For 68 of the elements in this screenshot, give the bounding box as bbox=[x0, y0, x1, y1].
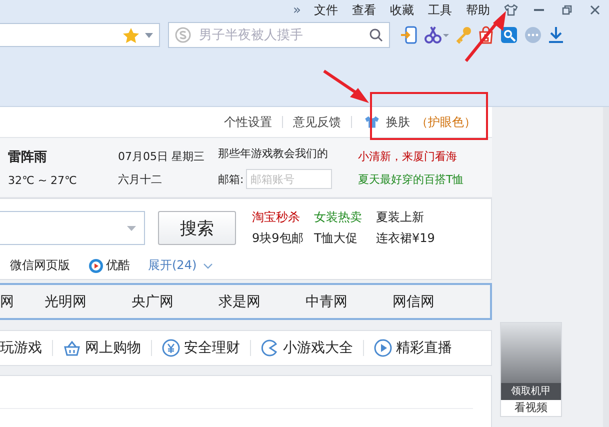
site-link[interactable]: 网 bbox=[0, 292, 22, 310]
deal-link[interactable]: 连衣裙¥19 bbox=[376, 230, 450, 247]
site-link[interactable]: 光明网 bbox=[22, 292, 109, 310]
deal-link[interactable]: T恤大促 bbox=[314, 230, 376, 247]
close-icon[interactable] bbox=[590, 5, 600, 15]
search-field[interactable]: 男子半夜被人摸手 bbox=[168, 22, 390, 48]
lunar-date: 六月十二 bbox=[118, 172, 163, 186]
header-link[interactable]: 个性设置 bbox=[214, 114, 282, 130]
search-input[interactable] bbox=[0, 211, 145, 245]
download-icon[interactable] bbox=[548, 26, 564, 44]
play-icon bbox=[88, 258, 104, 274]
search-engine-logo-icon bbox=[175, 27, 191, 43]
chevron-down-icon bbox=[202, 262, 213, 268]
scrollbar[interactable] bbox=[603, 107, 609, 427]
temperature-range: 32℃ ~ 27℃ bbox=[8, 174, 78, 187]
site-link[interactable]: 中青网 bbox=[283, 292, 370, 310]
nav-link[interactable]: 精彩直播 bbox=[364, 339, 462, 357]
site-link[interactable]: 央广网 bbox=[109, 292, 196, 310]
skin-mode-label[interactable]: （护眼色） bbox=[416, 114, 476, 130]
menu-item[interactable]: 文件 bbox=[307, 0, 345, 20]
scissors-icon[interactable] bbox=[424, 26, 450, 44]
header-link[interactable]: 意见反馈 bbox=[283, 114, 351, 130]
solar-date: 07月05日 星期三 bbox=[118, 148, 206, 164]
headline-link[interactable]: 那些年游戏教会我们的 bbox=[218, 146, 358, 161]
ad-card[interactable]: 领取机甲 看视频 bbox=[500, 322, 562, 417]
phone-icon[interactable] bbox=[400, 26, 418, 44]
tshirt-icon bbox=[364, 115, 380, 129]
weather-condition: 雷阵雨 bbox=[8, 149, 48, 166]
restore-icon[interactable] bbox=[562, 5, 572, 15]
promo-link[interactable]: 夏天最好穿的百搭T恤 bbox=[358, 172, 490, 186]
ad-caption: 领取机甲 bbox=[501, 383, 561, 400]
address-field[interactable] bbox=[0, 23, 160, 47]
menu-item[interactable]: 帮助 bbox=[459, 0, 497, 20]
promo-link[interactable]: 小清新，来厦门看海 bbox=[358, 148, 490, 164]
menu-item[interactable]: 工具 bbox=[421, 0, 459, 20]
deal-link[interactable]: 女装热卖 bbox=[314, 209, 376, 226]
dropdown-icon[interactable] bbox=[145, 32, 153, 38]
shopping-bag-icon[interactable] bbox=[478, 26, 494, 44]
yuan-coin-icon bbox=[162, 339, 180, 357]
pacman-icon bbox=[261, 339, 279, 357]
quick-link[interactable]: 优酷 bbox=[88, 257, 130, 274]
mail-label: 邮箱: bbox=[218, 172, 244, 186]
quick-link[interactable]: 微信网页版 bbox=[10, 257, 70, 274]
search-button[interactable]: 搜索 bbox=[158, 211, 236, 245]
more-menu-button[interactable]: » bbox=[287, 2, 307, 18]
nav-link[interactable]: 玩游戏 bbox=[0, 339, 52, 357]
nav-link[interactable]: 安全理财 bbox=[152, 339, 250, 357]
expand-link[interactable]: 展开(24) bbox=[148, 257, 213, 274]
arrow-annotation bbox=[323, 70, 369, 103]
menu-item[interactable]: 收藏 bbox=[383, 0, 421, 20]
site-link[interactable]: 网信网 bbox=[370, 292, 457, 310]
deal-link[interactable]: 9块9包邮 bbox=[252, 230, 314, 247]
site-link[interactable]: 求是网 bbox=[196, 292, 283, 310]
photo-placeholder bbox=[501, 323, 561, 383]
mail-account-field[interactable]: 邮箱账号 bbox=[246, 169, 332, 189]
deal-link[interactable]: 夏装上新 bbox=[376, 209, 450, 226]
tshirt-icon[interactable] bbox=[504, 4, 518, 16]
deal-link[interactable]: 淘宝秒杀 bbox=[252, 209, 314, 226]
search-icon[interactable] bbox=[369, 28, 383, 42]
document-search-icon[interactable] bbox=[500, 26, 518, 44]
star-icon[interactable] bbox=[123, 28, 139, 42]
ad-link[interactable]: 看视频 bbox=[501, 400, 561, 416]
basket-icon bbox=[63, 340, 81, 356]
menu-item[interactable]: 查看 bbox=[345, 0, 383, 20]
nav-link[interactable]: 网上购物 bbox=[53, 339, 151, 357]
play-icon bbox=[374, 339, 392, 357]
skin-link[interactable]: 换肤 bbox=[386, 114, 410, 130]
nav-link[interactable]: 小游戏大全 bbox=[251, 339, 363, 357]
